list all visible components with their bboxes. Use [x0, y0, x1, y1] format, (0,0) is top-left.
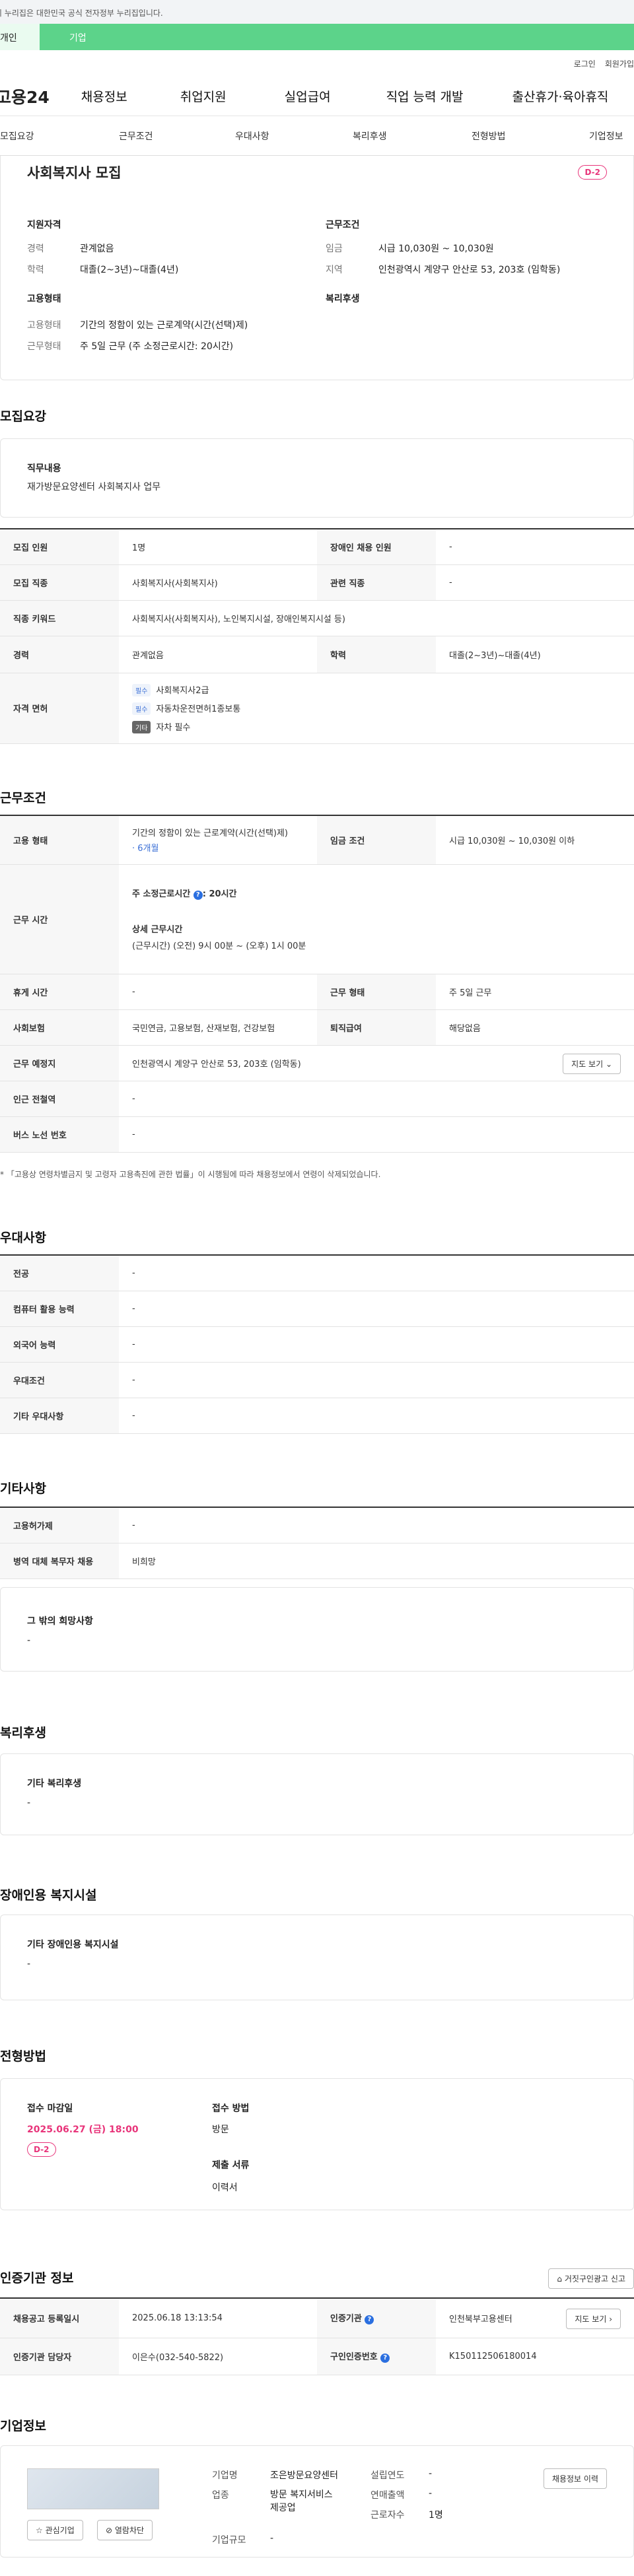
signup-link[interactable]: 회원가입 [605, 58, 634, 69]
company-card: ☆ 관심기업 ⊘ 열람차단 기업명 조은방문요양센터 업종 방문 복지서비스 제… [0, 2445, 634, 2558]
info-icon[interactable]: ? [380, 2354, 390, 2363]
report-icon: ⌂ [557, 2274, 565, 2284]
dday-badge: D-2 [578, 165, 607, 180]
snb-recruit[interactable]: 모집요강 [0, 129, 119, 143]
login-link[interactable]: 로그인 [574, 58, 596, 69]
job-history-button[interactable]: 채용정보 이력 [543, 2468, 607, 2489]
work-table: 고용 형태 기간의 정함이 있는 근로계약(시간(선택)제) · 6개월 임금 조건 시… [0, 815, 634, 1153]
star-icon: ☆ [36, 2526, 46, 2535]
gnb-training[interactable]: 직업 능력 개발 [386, 87, 464, 105]
job-content-card: 직무내용 재가방문요양센터 사회복지사 업무 [0, 438, 634, 518]
age-note: * 「고용상 연령차별금지 및 고령자 고용촉진에 관한 법률」이 시행됨에 따… [0, 1170, 381, 1179]
pref-title: 우대사항 [0, 1231, 46, 1245]
gnb-benefit[interactable]: 실업급여 [285, 87, 331, 105]
process-card: 접수 마감일 2025.06.27 (금) 18:00 D-2 접수 방법 방문… [0, 2078, 634, 2210]
work-title: 근무조건 [0, 791, 46, 805]
report-button[interactable]: ⌂ 거짓구인광고 신고 [548, 2268, 634, 2289]
company-title: 기업정보 [0, 2419, 46, 2433]
gnb-jobs[interactable]: 채용정보 [81, 87, 127, 105]
map-button[interactable]: 지도 보기 ⌄ [563, 1053, 621, 1074]
section-nav: 모집요강 근무조건 우대사항 복리후생 전형방법 기업정보 [0, 116, 634, 156]
etc-table: 고용허가제 - 병역 대체 복무자 채용 비희망 [0, 1507, 634, 1579]
snb-company[interactable]: 기업정보 [589, 129, 623, 143]
summary-card: 사회복지사 모집 D-2 지원자격 경력 관계없음 학력 대졸(2~3년)~대졸(4… [0, 156, 634, 380]
top-tabs: 개인 기업 [0, 24, 634, 50]
gnb-support[interactable]: 취업지원 [180, 87, 227, 105]
fav-company-button[interactable]: ☆ 관심기업 [27, 2520, 83, 2540]
process-dday-badge: D-2 [27, 2142, 56, 2157]
info-icon[interactable]: ? [365, 2315, 374, 2325]
cond-title: 근무조건 [326, 220, 360, 230]
snb-pref[interactable]: 우대사항 [235, 129, 353, 143]
tab-business[interactable]: 기업 [40, 24, 634, 50]
gnb-leave[interactable]: 출산휴가·육아휴직 [512, 87, 609, 105]
welfare-title: 복리후생 [326, 294, 360, 304]
etc-title: 기타사항 [0, 1481, 46, 1496]
cert-map-button[interactable]: 지도 보기 › [566, 2309, 621, 2329]
global-nav: 고용24 채용정보 취업지원 실업급여 직업 능력 개발 출산휴가·육아휴직 [0, 77, 634, 116]
job-content-value: 재가방문요양센터 사회복지사 업무 [27, 482, 161, 492]
job-content-label: 직무내용 [27, 463, 61, 474]
pref-table: 전공 - 컴퓨터 활용 능력 - 외국어 능력 - 우대조건 - 기타 우대사항 - [0, 1254, 634, 1434]
tab-personal[interactable]: 개인 [0, 24, 40, 50]
block-button[interactable]: ⊘ 열람차단 [97, 2520, 153, 2540]
cert-table: 채용공고 등록일시 2025.06.18 13:13:54 인증기관 ? 인천북부고용… [0, 2297, 634, 2375]
gov-banner: 이 누리집은 대한민국 공식 전자정부 누리집입니다. [0, 0, 634, 24]
util-menu: 로그인 회원가입 [0, 50, 634, 77]
recruit-table: 모집 인원 1명 장애인 채용 인원 - 모집 직종 사회복지사(사회복지사) 관련 직종… [0, 528, 634, 744]
disabled-fac-card: 기타 장애인용 복지시설 - [0, 1915, 634, 2000]
recruit-title: 모집요강 [0, 409, 46, 424]
site-logo[interactable]: 고용24 [0, 85, 50, 108]
welfare-section-title: 복리후생 [0, 1726, 46, 1740]
snb-work[interactable]: 근무조건 [119, 129, 235, 143]
etc-other-card: 그 밖의 희망사항 - [0, 1587, 634, 1672]
snb-welfare[interactable]: 복리후생 [353, 129, 472, 143]
company-logo-image [27, 2468, 159, 2509]
snb-process[interactable]: 전형방법 [472, 129, 589, 143]
cert-title: 인증기관 정보 [0, 2271, 74, 2286]
welfare-card: 기타 복리후생 - [0, 1753, 634, 1835]
job-title: 사회복지사 모집 [27, 165, 122, 181]
deadline-date: 2025.06.27 (금) 18:00 [27, 2124, 139, 2135]
process-title: 전형방법 [0, 2049, 46, 2064]
info-icon[interactable]: ? [193, 891, 203, 900]
qual-title: 지원자격 [27, 220, 61, 230]
block-icon: ⊘ [106, 2526, 115, 2535]
disabled-fac-title: 장애인용 복지시설 [0, 1888, 97, 1903]
type-title: 고용형태 [27, 294, 61, 304]
license-list: 필수 사회복지사2급 필수 자동차운전면허1종보통 기타 자차 필수 [119, 673, 634, 744]
